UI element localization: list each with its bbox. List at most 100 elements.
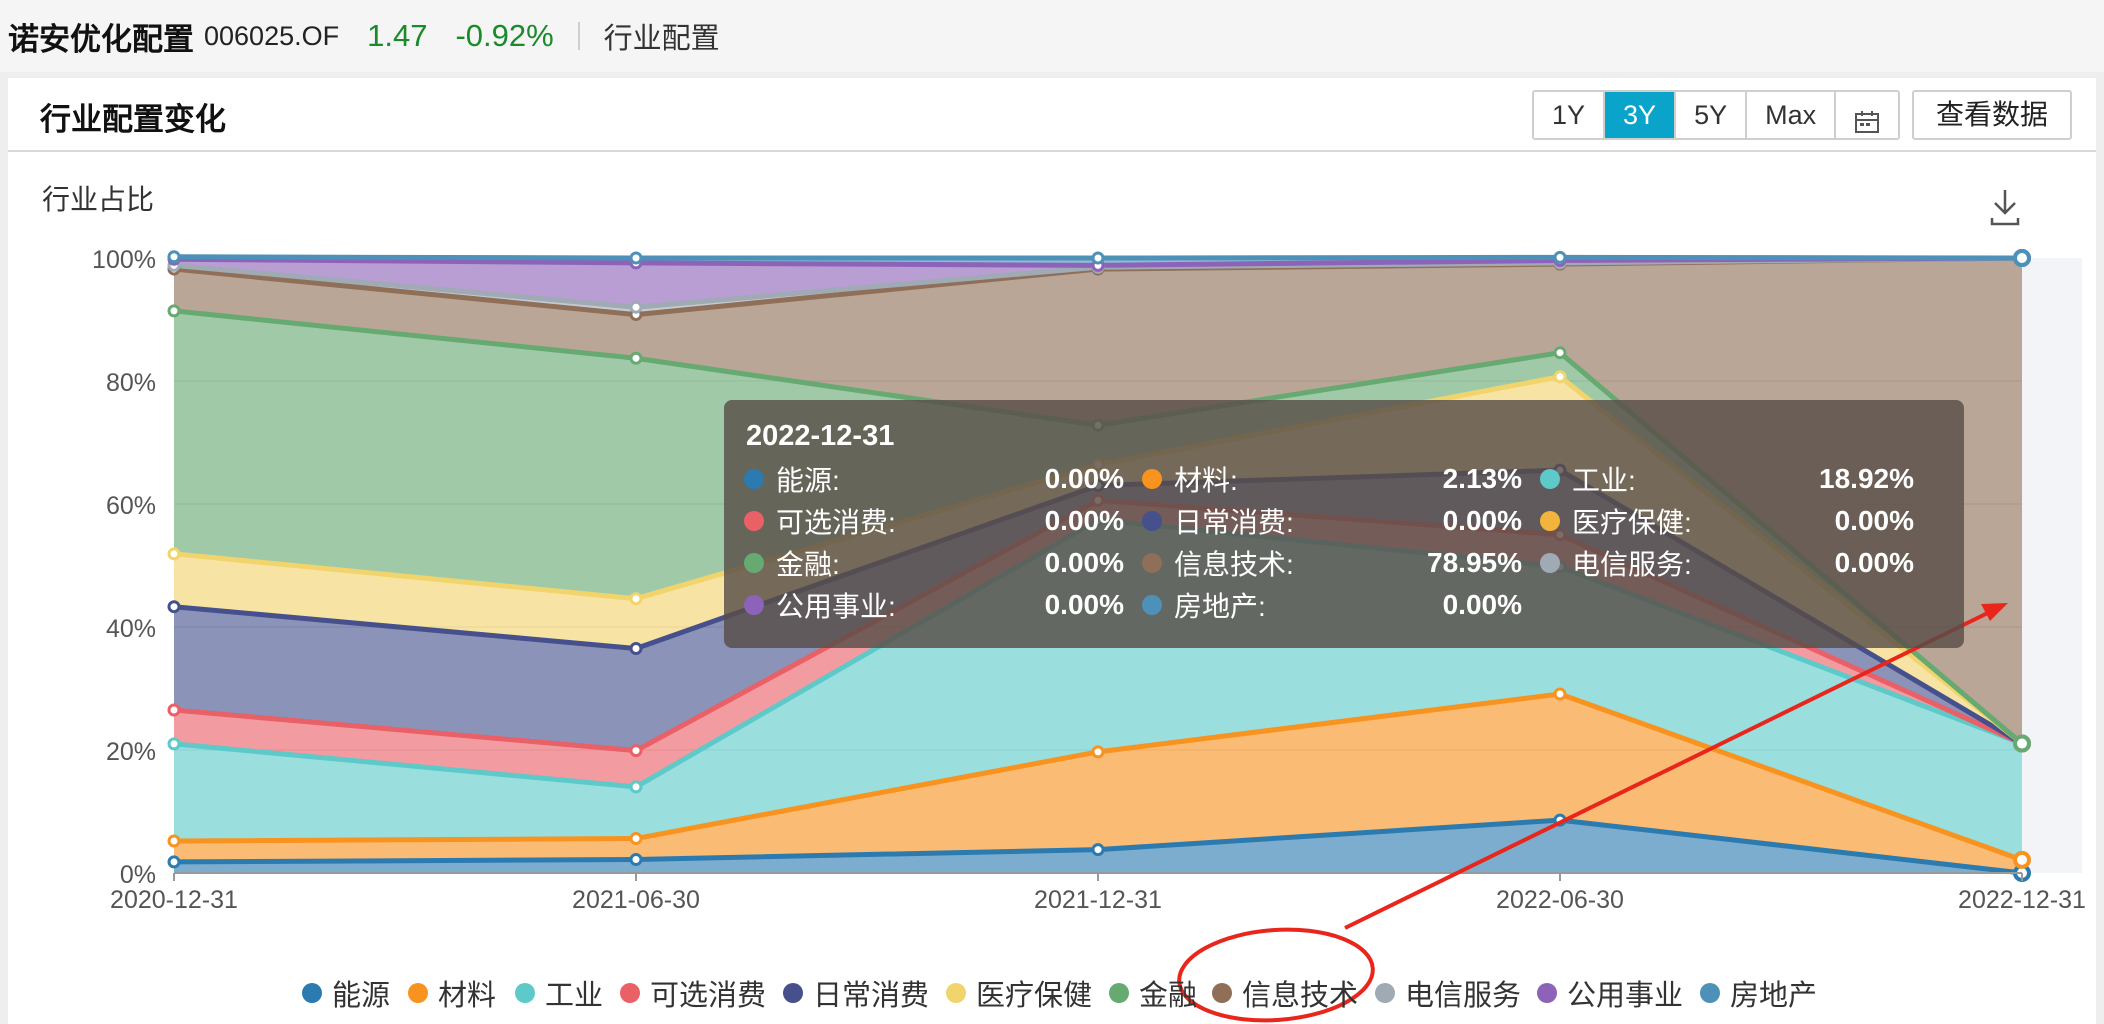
legend-item-工业[interactable]: 工业 [515,972,603,1014]
point-材料-2021-12-31[interactable] [1091,745,1105,759]
point-能源-2021-06-30[interactable] [629,852,643,866]
legend-item-日常消费[interactable]: 日常消费 [783,972,929,1014]
point-可选消费-2021-06-30[interactable] [629,744,643,758]
legend-label: 电信服务 [1405,980,1522,1012]
point-能源-2020-12-31[interactable] [167,855,181,869]
tooltip-series-dot [1142,469,1162,489]
tooltip-item: 工业: 18.92% [1540,461,1932,497]
tooltip-series-name: 信息技术: [1174,549,1294,580]
tooltip-series-value: 0.00% [1044,589,1124,620]
legend-item-信息技术[interactable]: 信息技术 [1212,972,1358,1014]
point-可选消费-2020-12-31[interactable] [167,703,181,717]
tooltip-items: 能源: 0.00% 材料: 2.13% 工业: 18.92% 可选消费: 0.00% 日常消费:… [744,461,1944,623]
legend-marker [946,983,966,1003]
tooltip-item: 材料: 2.13% [1142,461,1540,497]
tooltip-item: 信息技术: 78.95% [1142,545,1540,581]
y-tick-label: 80% [106,369,156,397]
tooltip-item: 金融: 0.00% [744,545,1142,581]
download-button[interactable] [1990,190,2020,226]
legend-marker [1109,983,1129,1003]
tooltip-series-value: 0.00% [1044,505,1124,536]
point-房地产-2021-06-30[interactable] [629,251,643,265]
legend-marker [408,983,428,1003]
point-金融-2022-12-31[interactable] [2013,734,2031,753]
legend-marker [1700,983,1720,1003]
point-日常消费-2020-12-31[interactable] [167,600,181,614]
legend-item-可选消费[interactable]: 可选消费 [620,972,766,1014]
point-日常消费-2021-06-30[interactable] [629,642,643,656]
tooltip-item: 日常消费: 0.00% [1142,503,1540,539]
legend-label: 信息技术 [1242,980,1359,1012]
tooltip-series-name: 金融: [776,549,840,580]
point-材料-2022-12-31[interactable] [2013,850,2031,869]
tooltip-series-value: 18.92% [1819,463,1914,494]
legend-label: 材料 [438,980,497,1012]
legend-item-材料[interactable]: 材料 [408,972,496,1014]
tooltip-series-value: 2.13% [1442,463,1522,494]
tooltip-series-name: 材料: [1174,465,1238,496]
tooltip-series-value: 0.00% [1834,505,1914,536]
legend-label: 日常消费 [813,980,930,1012]
tooltip-series-dot [1142,511,1162,531]
point-房地产-2022-12-31[interactable] [2013,249,2031,267]
tooltip-series-value: 0.00% [1834,547,1914,578]
point-医疗保健-2022-06-30[interactable] [1553,370,1567,384]
tooltip-item: 可选消费: 0.00% [744,503,1142,539]
tooltip-series-dot [1540,511,1560,531]
legend-item-房地产[interactable]: 房地产 [1700,972,1817,1014]
point-金融-2020-12-31[interactable] [167,304,181,318]
tooltip-series-value: 0.00% [1044,547,1124,578]
y-tick-label: 40% [106,615,156,643]
point-能源-2021-12-31[interactable] [1091,843,1105,857]
x-tick-label: 2021-12-31 [1034,886,1162,914]
tooltip-item: 公用事业: 0.00% [744,587,1142,623]
tooltip-series-name: 房地产: [1174,591,1266,622]
point-材料-2021-06-30[interactable] [629,832,643,846]
legend-item-能源[interactable]: 能源 [302,972,390,1014]
legend-label: 公用事业 [1567,980,1684,1012]
legend-label: 医疗保健 [976,980,1093,1012]
tooltip-series-value: 0.00% [1044,463,1124,494]
legend-label: 金融 [1139,980,1198,1012]
download-icon [1990,190,2020,226]
y-tick-label: 0% [120,861,156,889]
point-材料-2022-06-30[interactable] [1553,687,1567,701]
legend-item-金融[interactable]: 金融 [1109,972,1197,1014]
point-金融-2021-06-30[interactable] [629,351,643,365]
x-tick-label: 2022-06-30 [1496,886,1624,914]
point-房地产-2020-12-31[interactable] [167,250,181,264]
tooltip-item: 房地产: 0.00% [1142,587,1540,623]
legend-item-医疗保健[interactable]: 医疗保健 [946,972,1092,1014]
point-医疗保健-2021-06-30[interactable] [629,592,643,606]
tooltip-series-name: 可选消费: [776,507,896,538]
hover-column-highlight [2022,258,2082,873]
legend-label: 房地产 [1730,980,1818,1012]
point-金融-2022-06-30[interactable] [1553,346,1567,360]
tooltip-series-dot [1540,469,1560,489]
tooltip-series-dot [744,469,764,489]
x-tick-label: 2022-12-31 [1958,886,2086,914]
legend-marker [1375,983,1395,1003]
tooltip-series-name: 能源: [776,465,840,496]
tooltip-series-dot [744,511,764,531]
tooltip-item: 电信服务: 0.00% [1540,545,1932,581]
point-医疗保健-2020-12-31[interactable] [167,547,181,561]
legend-marker [515,983,535,1003]
tooltip-series-dot [1540,553,1560,573]
point-工业-2021-06-30[interactable] [629,780,643,794]
point-电信服务-2021-06-30[interactable] [629,300,643,314]
tooltip-item: 医疗保健: 0.00% [1540,503,1932,539]
point-工业-2020-12-31[interactable] [167,737,181,751]
point-房地产-2022-06-30[interactable] [1553,250,1567,264]
chart-tooltip: 2022-12-31 能源: 0.00% 材料: 2.13% 工业: 18.92% 可选消费… [724,400,1964,648]
y-tick-label: 60% [106,492,156,520]
legend-label: 工业 [545,980,604,1012]
tooltip-series-value: 0.00% [1442,505,1522,536]
legend-item-电信服务[interactable]: 电信服务 [1375,972,1521,1014]
y-tick-label: 100% [92,246,156,274]
legend-item-公用事业[interactable]: 公用事业 [1537,972,1683,1014]
tooltip-series-name: 工业: [1572,465,1636,496]
tooltip-series-dot [744,595,764,615]
point-材料-2020-12-31[interactable] [167,834,181,848]
point-房地产-2021-12-31[interactable] [1091,251,1105,265]
